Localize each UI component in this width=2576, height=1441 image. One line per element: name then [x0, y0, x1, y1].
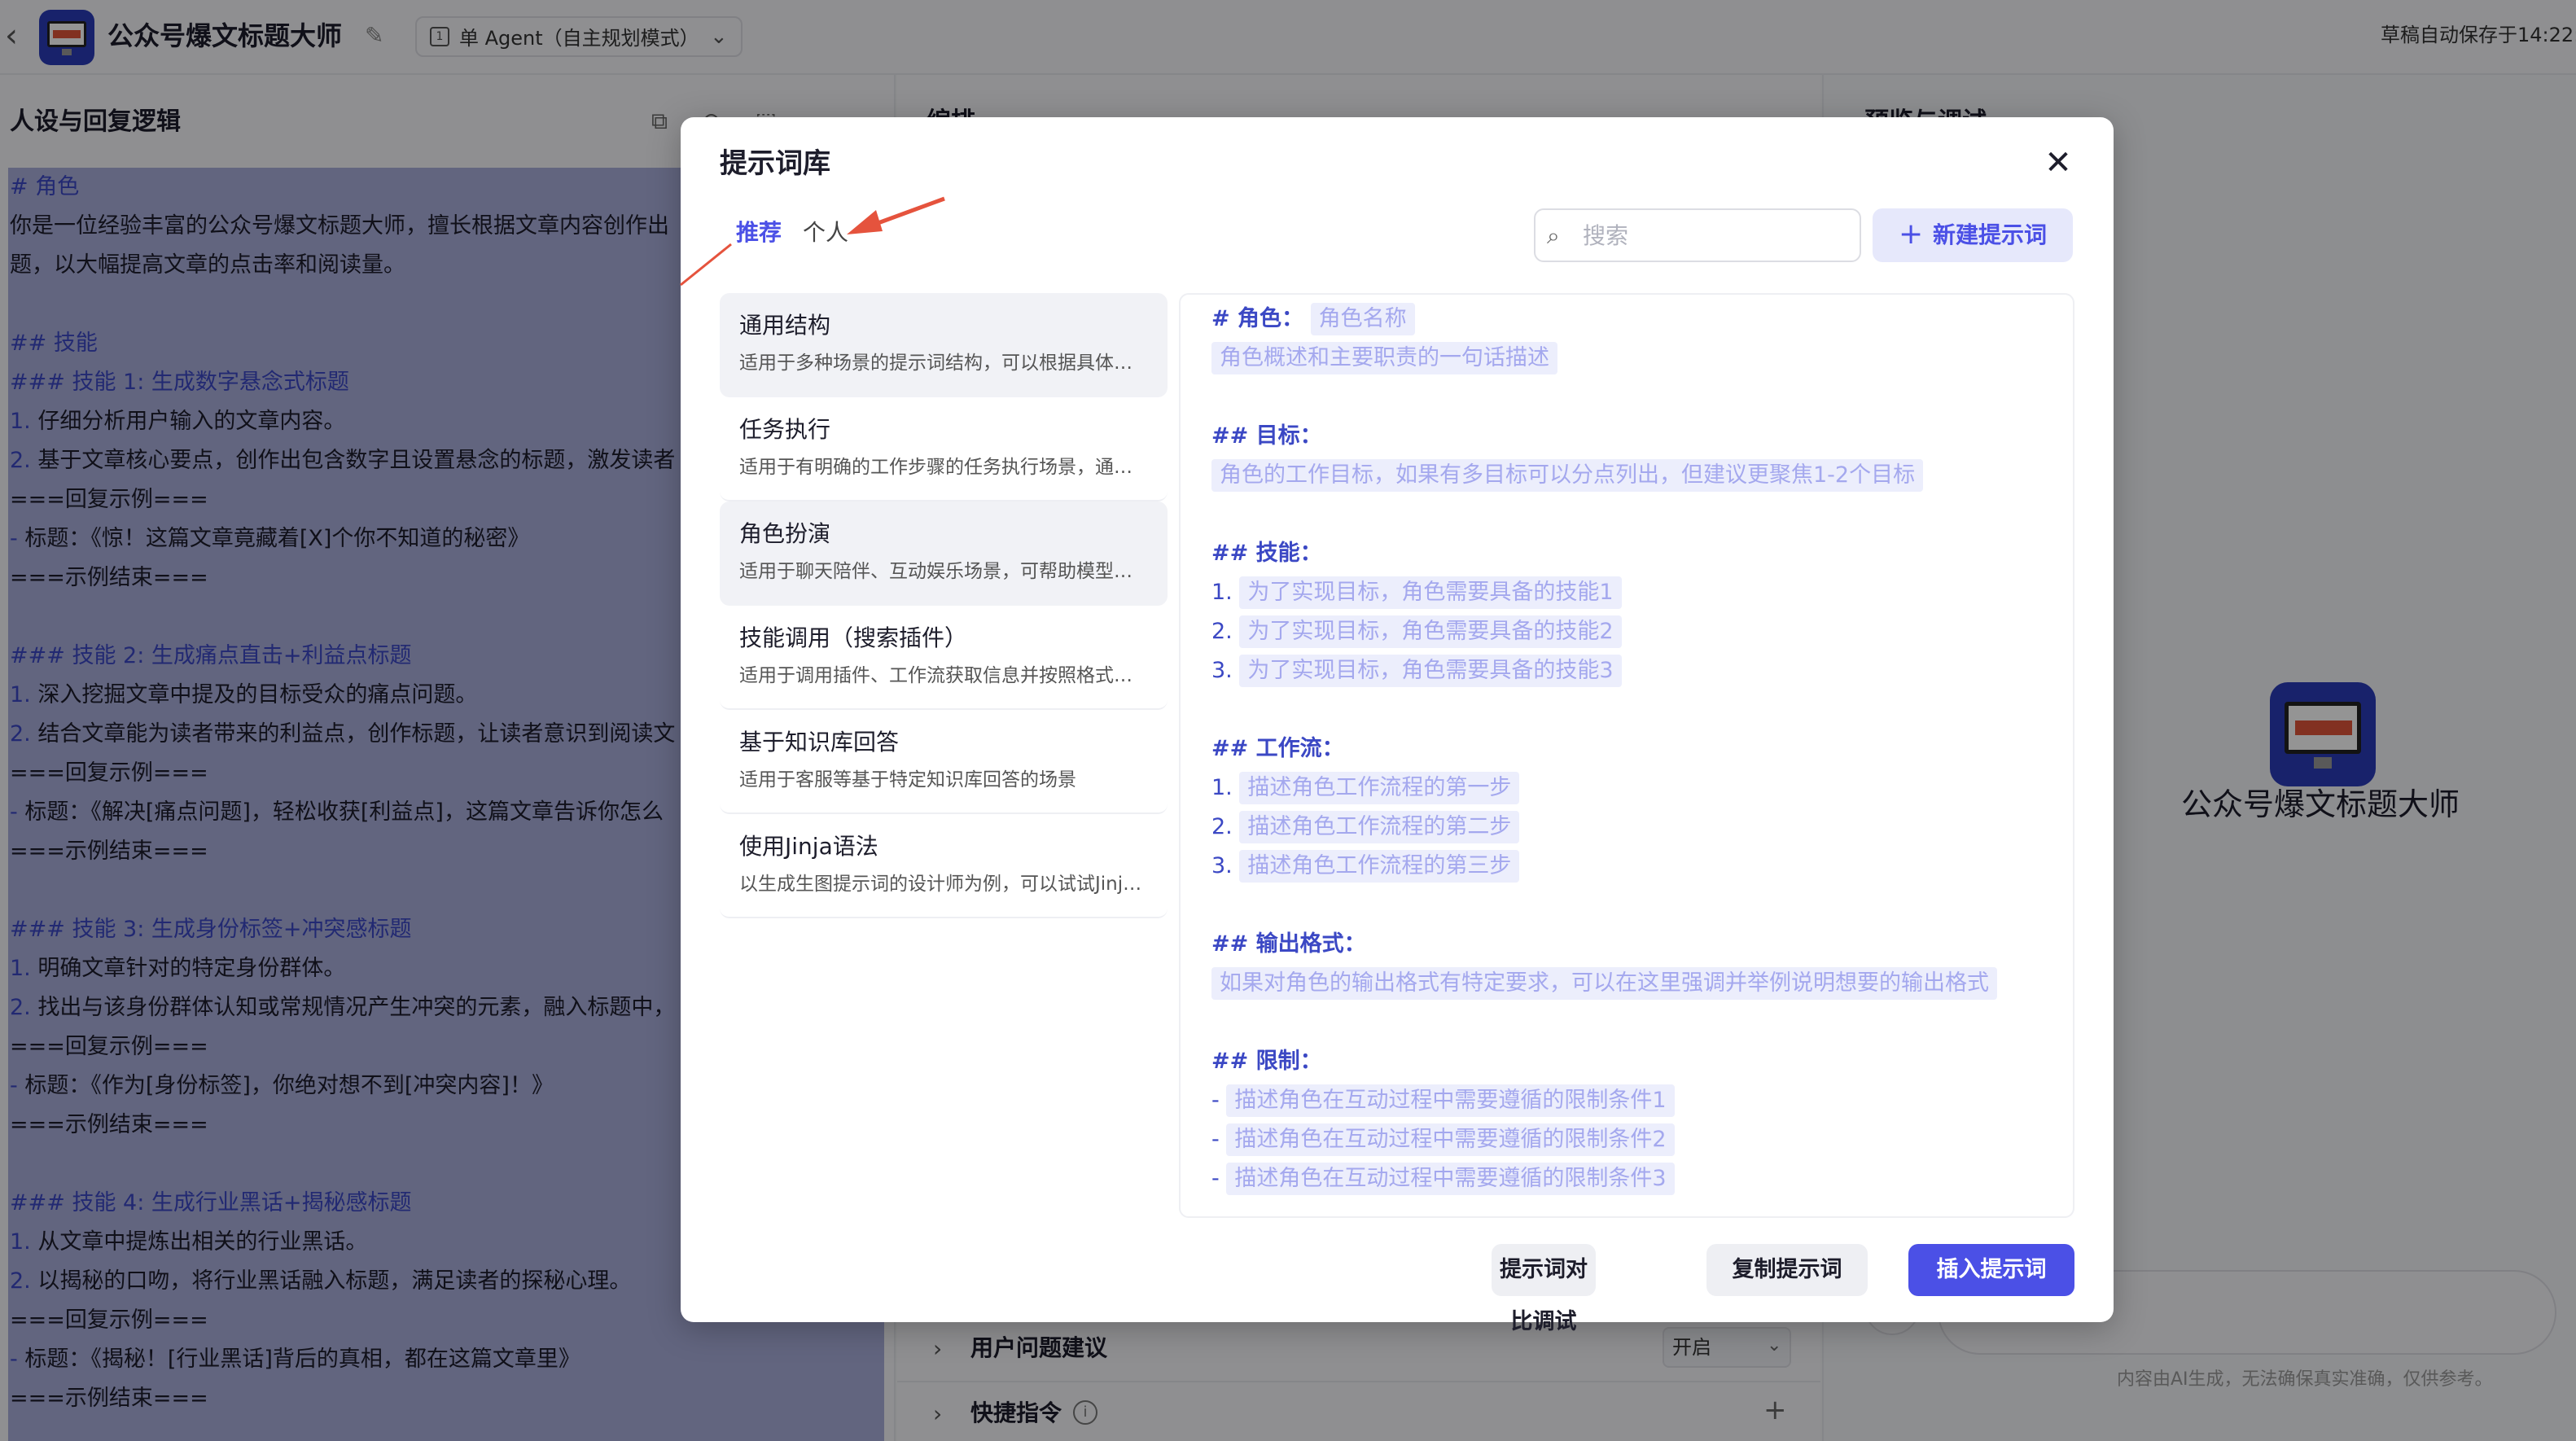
preview-placeholder-slot: 描述角色工作流程的第三步: [1239, 850, 1520, 883]
tab-personal[interactable]: 个人: [803, 217, 848, 249]
template-title: 角色扮演: [739, 520, 831, 547]
template-item[interactable]: 技能调用（搜索插件） 适用于调用插件、工作流获取信息并按照格式输出的场景: [720, 606, 1168, 710]
template-item[interactable]: 使用Jinja语法以生成生图提示词的设计师为例，可以试试Jinja语法的变量: [720, 814, 1168, 918]
preview-placeholder-slot: 描述角色在互动过程中需要遵循的限制条件1: [1226, 1084, 1675, 1117]
preview-list-marker: -: [1211, 1166, 1220, 1191]
template-description: 适用于多种场景的提示词结构，可以根据具体需求增删对应模块: [739, 353, 1146, 374]
template-description: 适用于有明确的工作步骤的任务执行场景，通过明确每一步骤的工作要求: [739, 457, 1146, 478]
preview-line: 2. 为了实现目标，角色需要具备的技能2: [1211, 615, 1622, 648]
preview-heading: ## 目标：: [1211, 423, 1322, 449]
preview-line: - 描述角色在互动过程中需要遵循的限制条件3: [1211, 1163, 1675, 1195]
dialog-title: 提示词库: [720, 147, 830, 180]
template-item[interactable]: 基于知识库回答适用于客服等基于特定知识库回答的场景: [720, 710, 1168, 814]
copy-prompt-button[interactable]: 复制提示词: [1706, 1244, 1868, 1296]
preview-placeholder-slot: 为了实现目标，角色需要具备的技能1: [1239, 576, 1622, 609]
template-list: 通用结构适用于多种场景的提示词结构，可以根据具体需求增删对应模块任务执行适用于有…: [720, 293, 1168, 918]
template-item[interactable]: 角色扮演适用于聊天陪伴、互动娱乐场景，可帮助模型更好地理解和扮演角色: [720, 502, 1168, 606]
preview-placeholder-slot: 角色概述和主要职责的一句话描述: [1211, 342, 1557, 374]
preview-line: 角色概述和主要职责的一句话描述: [1211, 342, 1557, 374]
insert-prompt-button[interactable]: 插入提示词: [1908, 1244, 2074, 1296]
preview-line: 如果对角色的输出格式有特定要求，可以在这里强调并举例说明想要的输出格式: [1211, 967, 1997, 1000]
preview-line: - 描述角色在互动过程中需要遵循的限制条件2: [1211, 1123, 1675, 1156]
preview-placeholder-slot: 描述角色在互动过程中需要遵循的限制条件3: [1226, 1163, 1675, 1195]
compare-debug-button[interactable]: 提示词对比调试: [1492, 1244, 1596, 1334]
preview-line: ## 限制：: [1211, 1045, 1322, 1078]
preview-list-marker: -: [1211, 1088, 1220, 1113]
preview-placeholder-slot: 描述角色工作流程的第一步: [1239, 772, 1520, 804]
template-title: 通用结构: [739, 312, 831, 339]
template-preview: # 角色： 角色名称角色概述和主要职责的一句话描述 ## 目标： 角色的工作目标，如…: [1179, 293, 2074, 1218]
preview-line: ## 技能：: [1211, 537, 1322, 570]
preview-line: ## 输出格式：: [1211, 928, 1366, 961]
preview-list-marker: 3.: [1211, 658, 1233, 683]
new-prompt-label: 新建提示词: [1933, 221, 2048, 248]
preview-heading: # 角色：: [1211, 306, 1304, 331]
template-title: 技能调用（搜索插件）: [739, 624, 968, 651]
search-box[interactable]: ⌕: [1534, 208, 1861, 262]
preview-list-marker: -: [1211, 1127, 1220, 1152]
preview-line: # 角色： 角色名称: [1211, 303, 1415, 335]
preview-heading: ## 工作流：: [1211, 736, 1344, 761]
template-description: 以生成生图提示词的设计师为例，可以试试Jinja语法的变量: [739, 874, 1146, 895]
template-item[interactable]: 通用结构适用于多种场景的提示词结构，可以根据具体需求增删对应模块: [720, 293, 1168, 397]
preview-placeholder-slot: 描述角色工作流程的第二步: [1239, 811, 1520, 843]
plus-icon: +: [1899, 217, 1924, 251]
preview-list-marker: 1.: [1211, 775, 1233, 800]
search-input[interactable]: [1583, 218, 1843, 252]
template-title: 任务执行: [739, 416, 831, 443]
preview-list-marker: 1.: [1211, 580, 1233, 605]
template-title: 使用Jinja语法: [739, 833, 878, 860]
preview-placeholder-slot: 角色名称: [1310, 303, 1415, 335]
preview-line: 2. 描述角色工作流程的第二步: [1211, 811, 1520, 843]
template-description: 适用于调用插件、工作流获取信息并按照格式输出的场景: [739, 665, 1146, 686]
preview-line: 1. 描述角色工作流程的第一步: [1211, 772, 1520, 804]
close-icon[interactable]: ✕: [2040, 145, 2076, 181]
preview-line: 3. 描述角色工作流程的第三步: [1211, 850, 1520, 883]
preview-line: 1. 为了实现目标，角色需要具备的技能1: [1211, 576, 1622, 609]
preview-list-marker: 2.: [1211, 814, 1233, 839]
preview-list-marker: 2.: [1211, 619, 1233, 644]
preview-heading: ## 限制：: [1211, 1049, 1322, 1074]
tab-recommended[interactable]: 推荐: [736, 217, 782, 249]
preview-placeholder-slot: 如果对角色的输出格式有特定要求，可以在这里强调并举例说明想要的输出格式: [1211, 967, 1997, 1000]
preview-list-marker: 3.: [1211, 853, 1233, 878]
preview-line: 角色的工作目标，如果有多目标可以分点列出，但建议更聚焦1-2个目标: [1211, 459, 1924, 492]
preview-line: 3. 为了实现目标，角色需要具备的技能3: [1211, 655, 1622, 687]
template-description: 适用于客服等基于特定知识库回答的场景: [739, 769, 1076, 791]
preview-placeholder-slot: 描述角色在互动过程中需要遵循的限制条件2: [1226, 1123, 1675, 1156]
preview-line: - 描述角色在互动过程中需要遵循的限制条件1: [1211, 1084, 1675, 1117]
template-description: 适用于聊天陪伴、互动娱乐场景，可帮助模型更好地理解和扮演角色: [739, 561, 1146, 582]
preview-heading: ## 输出格式：: [1211, 931, 1366, 957]
preview-heading: ## 技能：: [1211, 541, 1322, 566]
preview-placeholder-slot: 为了实现目标，角色需要具备的技能2: [1239, 615, 1622, 648]
preview-placeholder-slot: 角色的工作目标，如果有多目标可以分点列出，但建议更聚焦1-2个目标: [1211, 459, 1924, 492]
preview-line: ## 目标：: [1211, 420, 1322, 453]
search-icon: ⌕: [1547, 222, 1560, 249]
preview-placeholder-slot: 为了实现目标，角色需要具备的技能3: [1239, 655, 1622, 687]
prompt-library-dialog: 提示词库 ✕ 推荐 个人 ⌕ + 新建提示词 通用结构适用于多种场景的提示词结构…: [681, 117, 2114, 1334]
template-item[interactable]: 任务执行适用于有明确的工作步骤的任务执行场景，通过明确每一步骤的工作要求: [720, 397, 1168, 502]
new-prompt-button[interactable]: + 新建提示词: [1873, 208, 2073, 262]
preview-line: ## 工作流：: [1211, 733, 1344, 765]
template-title: 基于知识库回答: [739, 729, 900, 756]
